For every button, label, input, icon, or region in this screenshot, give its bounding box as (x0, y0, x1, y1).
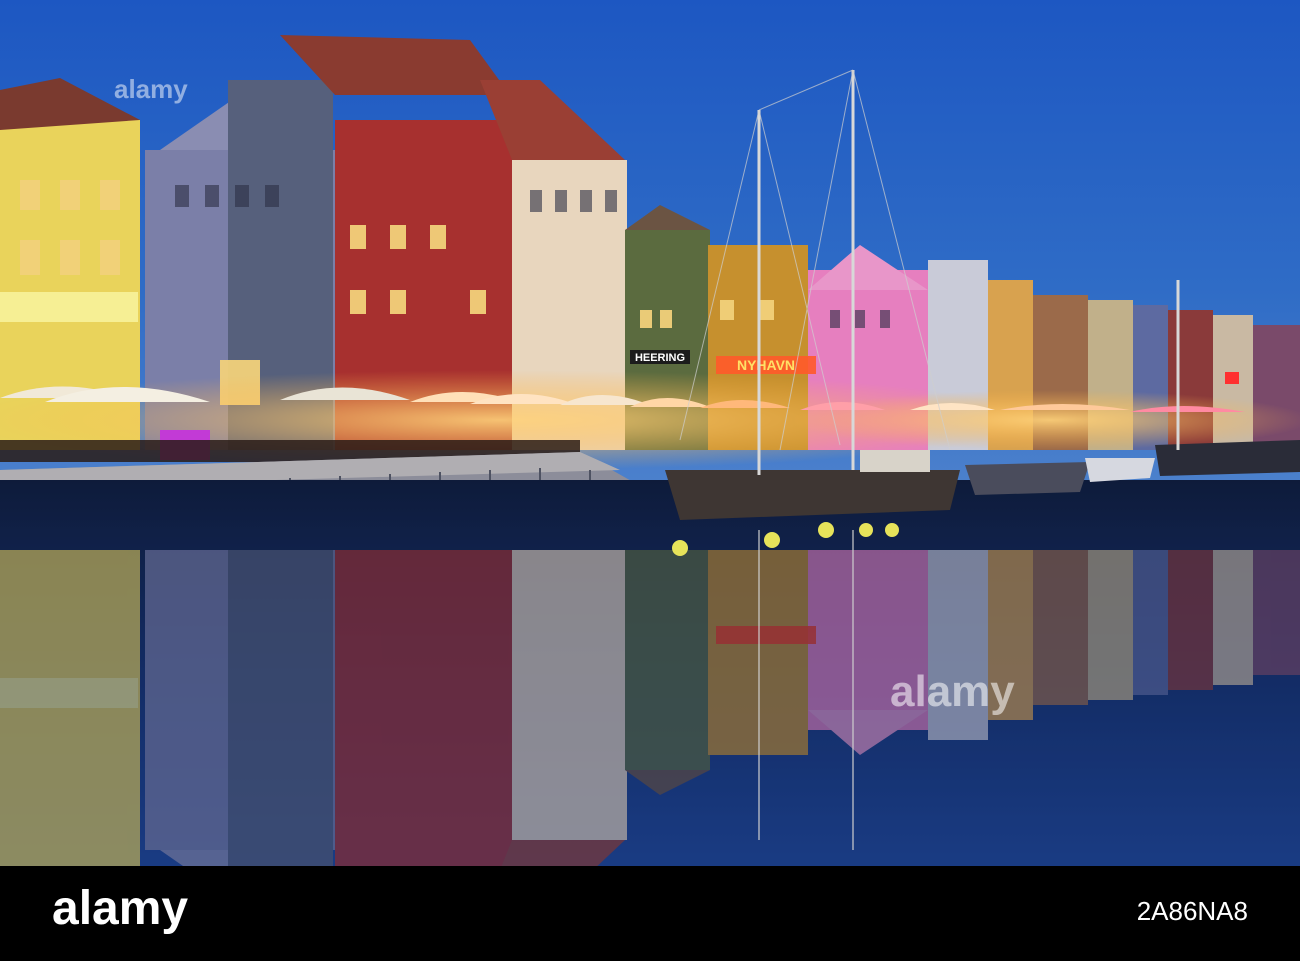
watermark-top: alamy (114, 74, 188, 104)
nyhavn-canal-photo: HEERING NYHAVN alamy alamy (0, 0, 1300, 866)
footer-svg: alamy 2A86NA8 (52, 882, 1248, 935)
nyhavn-sign: NYHAVN (737, 357, 795, 373)
heering-sign: HEERING (635, 352, 685, 364)
alamy-logo: alamy (52, 882, 188, 935)
watermark-center: alamy (890, 667, 1015, 716)
photo-scene: HEERING NYHAVN alamy alamy (0, 0, 1300, 866)
footer-bar: alamy 2A86NA8 (0, 866, 1300, 956)
image-id: 2A86NA8 (1137, 896, 1248, 926)
